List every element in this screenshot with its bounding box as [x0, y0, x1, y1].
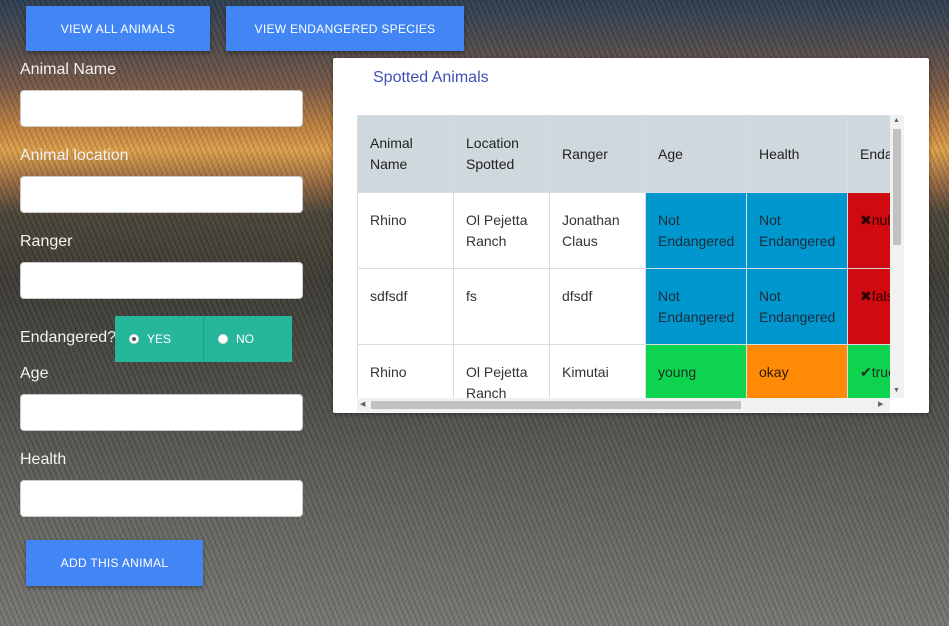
animal-location-input[interactable] — [20, 176, 303, 213]
endangered-no-label: NO — [236, 332, 254, 346]
endangered-value: true — [871, 364, 890, 380]
endangered-value: null — [871, 212, 890, 228]
scroll-left-arrow-icon[interactable]: ◀ — [360, 401, 365, 409]
cell-location: Ol Pejetta Ranch — [453, 192, 550, 269]
x-icon: ✖ — [860, 212, 872, 228]
column-header[interactable]: Age — [645, 115, 747, 193]
check-icon: ✔ — [860, 364, 872, 380]
endangered-label: Endangered? — [20, 329, 117, 346]
cell-location: fs — [453, 268, 550, 345]
age-input[interactable] — [20, 394, 303, 431]
vertical-scroll-thumb[interactable] — [893, 129, 901, 245]
cell-name: Rhino — [357, 344, 454, 398]
ranger-label: Ranger — [20, 233, 73, 250]
health-input[interactable] — [20, 480, 303, 517]
endangered-yes-option[interactable]: YES — [115, 316, 203, 362]
vertical-scrollbar[interactable]: ▲ ▼ — [890, 115, 904, 398]
horizontal-scroll-thumb[interactable] — [371, 401, 741, 409]
table-row[interactable]: Rhino Ol Pejetta Ranch Jonathan Claus No… — [357, 192, 890, 269]
table-container: Animal Name Location Spotted Ranger Age … — [357, 115, 904, 454]
column-header[interactable]: Location Spotted — [453, 115, 550, 193]
endangered-value: false — [871, 288, 890, 304]
table-row[interactable]: Rhino Ol Pejetta Ranch Kimutai young oka… — [357, 344, 890, 398]
column-header[interactable]: Ranger — [549, 115, 646, 193]
cell-age: Not Endangered — [645, 192, 747, 269]
endangered-no-option[interactable]: NO — [203, 316, 292, 362]
endangered-yes-label: YES — [147, 332, 172, 346]
endangered-radio-group: YES NO — [115, 316, 292, 362]
cell-age: Not Endangered — [645, 268, 747, 345]
scroll-down-arrow-icon[interactable]: ▼ — [893, 387, 900, 395]
cell-location: Ol Pejetta Ranch — [453, 344, 550, 398]
animal-name-label: Animal Name — [20, 61, 117, 78]
cell-name: sdfsdf — [357, 268, 454, 345]
cell-name: Rhino — [357, 192, 454, 269]
cell-ranger: dfsdf — [549, 268, 646, 345]
view-endangered-species-button[interactable]: VIEW ENDANGERED SPECIES — [226, 6, 464, 51]
cell-ranger: Kimutai — [549, 344, 646, 398]
cell-health: okay — [746, 344, 848, 398]
panel-title: Spotted Animals — [373, 69, 489, 86]
animals-table: Animal Name Location Spotted Ranger Age … — [357, 115, 890, 398]
cell-endangered: ✖null — [847, 192, 890, 269]
add-animal-button[interactable]: ADD THIS ANIMAL — [26, 540, 203, 586]
scroll-up-arrow-icon[interactable]: ▲ — [893, 117, 900, 125]
cell-endangered: ✖false — [847, 268, 890, 345]
cell-health: Not Endangered — [746, 268, 848, 345]
table-header-row: Animal Name Location Spotted Ranger Age … — [357, 115, 890, 193]
spotted-animals-panel: Spotted Animals Animal Name Location Spo… — [333, 58, 929, 413]
column-header[interactable]: Endangered — [847, 115, 890, 193]
column-header[interactable]: Health — [746, 115, 848, 193]
view-all-animals-button[interactable]: VIEW ALL ANIMALS — [26, 6, 210, 51]
animal-location-label: Animal location — [20, 147, 129, 164]
radio-selected-icon — [129, 334, 139, 344]
cell-age: young — [645, 344, 747, 398]
table-row[interactable]: sdfsdf fs dfsdf Not Endangered Not Endan… — [357, 268, 890, 345]
table-viewport: Animal Name Location Spotted Ranger Age … — [357, 115, 890, 398]
horizontal-scrollbar[interactable]: ◀ ▶ — [357, 398, 890, 412]
cell-health: Not Endangered — [746, 192, 848, 269]
cell-ranger: Jonathan Claus — [549, 192, 646, 269]
x-icon: ✖ — [860, 288, 872, 304]
column-header[interactable]: Animal Name — [357, 115, 454, 193]
cell-endangered: ✔true — [847, 344, 890, 398]
scroll-right-arrow-icon[interactable]: ▶ — [878, 401, 883, 409]
ranger-input[interactable] — [20, 262, 303, 299]
animal-name-input[interactable] — [20, 90, 303, 127]
health-label: Health — [20, 451, 67, 468]
radio-unselected-icon — [218, 334, 228, 344]
age-label: Age — [20, 365, 49, 382]
